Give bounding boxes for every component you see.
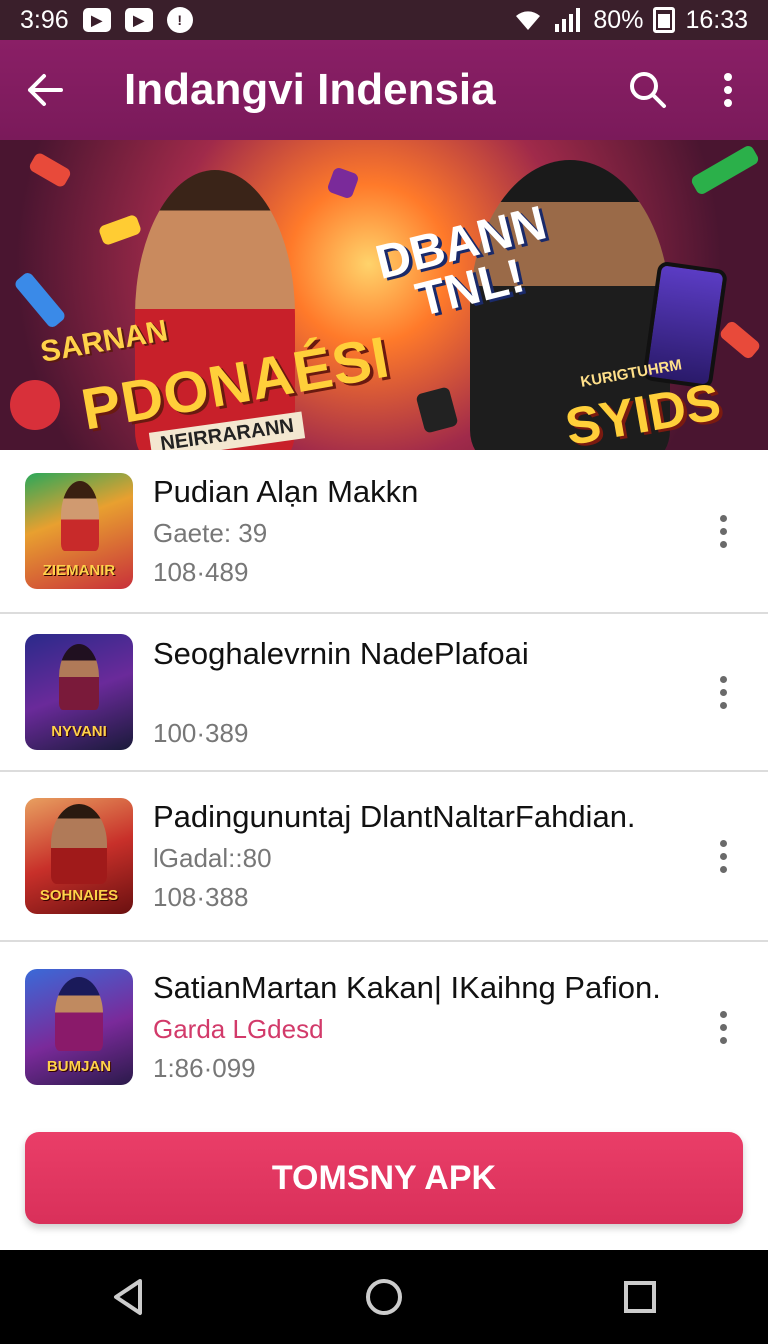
nav-home-icon (366, 1279, 402, 1315)
status-time-right: 16:33 (685, 5, 748, 34)
confetti-shape (10, 380, 60, 430)
thumbnail-text: ZIEMANIR (42, 562, 116, 579)
status-time-left: 3:96 (20, 5, 69, 34)
item-more-button[interactable] (678, 997, 768, 1057)
confetti-shape (97, 213, 143, 247)
overflow-menu-button[interactable] (688, 40, 768, 140)
confetti-shape (689, 143, 761, 197)
item-subtitle: lGadal::80 (153, 843, 272, 873)
item-meta: 108·489 (153, 557, 249, 587)
item-title: Pudian Alạn Makkn (153, 474, 419, 509)
item-subtitle: Gaete: 39 (153, 518, 268, 548)
item-info: Pudian Alạn Makkn Gaete: 39 108·489 (153, 474, 678, 588)
signal-icon (555, 8, 581, 32)
list-item[interactable]: ZIEMANIR Pudian Alạn Makkn Gaete: 39 108… (0, 450, 768, 614)
confetti-shape (27, 151, 73, 189)
item-subtitle: Garda LGdesd (153, 1014, 324, 1044)
list-item[interactable]: SOHNAIES Padingununtaj DlantNaltarFahdia… (0, 772, 768, 942)
wifi-icon (516, 11, 541, 30)
install-apk-button[interactable]: TOMSNY APK (25, 1132, 743, 1224)
nav-recents-button[interactable] (605, 1262, 675, 1332)
app-thumbnail: BUMJAN (25, 969, 133, 1085)
thumbnail-text: NYVANI (51, 723, 107, 740)
item-info: SatianMartan Kakan| IKaihng Pafion. Gard… (153, 970, 678, 1084)
nav-back-button[interactable] (93, 1262, 163, 1332)
item-subtitle (153, 680, 678, 710)
item-title: SatianMartan Kakan| IKaihng Pafion. (153, 970, 661, 1005)
back-arrow-icon (28, 74, 63, 106)
app-thumbnail: SOHNAIES (25, 798, 133, 914)
page-title: Indangvi Indensia (124, 65, 496, 114)
back-button[interactable] (0, 40, 90, 140)
app-thumbnail: NYVANI (25, 634, 133, 750)
thumbnail-figure (51, 804, 107, 884)
item-meta: 108·388 (153, 882, 249, 912)
confetti-shape (718, 319, 762, 361)
nav-home-button[interactable] (349, 1262, 419, 1332)
footer: TOMSNY APK (0, 1110, 768, 1250)
alert-icon: ! (166, 7, 193, 33)
item-more-button[interactable] (678, 662, 768, 722)
more-vert-icon (724, 73, 732, 107)
promo-banner[interactable]: SARNAN PDONAÉSI NEIRRARANN DBANN TNL! KU… (0, 140, 768, 450)
item-info: Seoghalevrnin NadePlafoai 100·389 (153, 636, 678, 749)
app-list: ZIEMANIR Pudian Alạn Makkn Gaete: 39 108… (0, 450, 768, 1112)
nav-back-icon (114, 1279, 142, 1315)
item-info: Padingununtaj DlantNaltarFahdian. lGadal… (153, 799, 678, 913)
list-item[interactable]: NYVANI Seoghalevrnin NadePlafoai 100·389 (0, 614, 768, 772)
confetti-shape (326, 166, 360, 200)
thumbnail-text: BUMJAN (46, 1058, 112, 1075)
search-button[interactable] (608, 40, 688, 140)
item-meta: 100·389 (153, 717, 249, 748)
confetti-shape (13, 270, 67, 330)
play-store-icon: ▶ (124, 8, 153, 32)
system-nav-bar (0, 1250, 768, 1344)
thumbnail-figure (55, 977, 103, 1051)
search-icon (630, 72, 666, 108)
status-bar: 3:96 ▶ ▶ ! 80% 16:33 (0, 0, 768, 40)
youtube-icon: ▶ (82, 8, 111, 32)
app-thumbnail: ZIEMANIR (25, 473, 133, 589)
item-meta: 1:86·099 (153, 1053, 256, 1083)
list-item[interactable]: BUMJAN SatianMartan Kakan| IKaihng Pafio… (0, 942, 768, 1112)
thumbnail-figure (61, 481, 99, 551)
app-bar: Indangvi Indensia (0, 40, 768, 140)
battery-icon (653, 7, 676, 33)
item-title: Seoghalevrnin NadePlafoai (153, 635, 529, 671)
nav-recents-icon (624, 1281, 656, 1313)
thumbnail-figure (59, 644, 99, 710)
item-more-button[interactable] (678, 501, 768, 561)
item-title: Padingununtaj DlantNaltarFahdian. (153, 799, 636, 834)
item-more-button[interactable] (678, 826, 768, 886)
confetti-shape (415, 386, 459, 434)
battery-percent: 80% (593, 5, 644, 34)
thumbnail-text: SOHNAIES (39, 887, 119, 904)
